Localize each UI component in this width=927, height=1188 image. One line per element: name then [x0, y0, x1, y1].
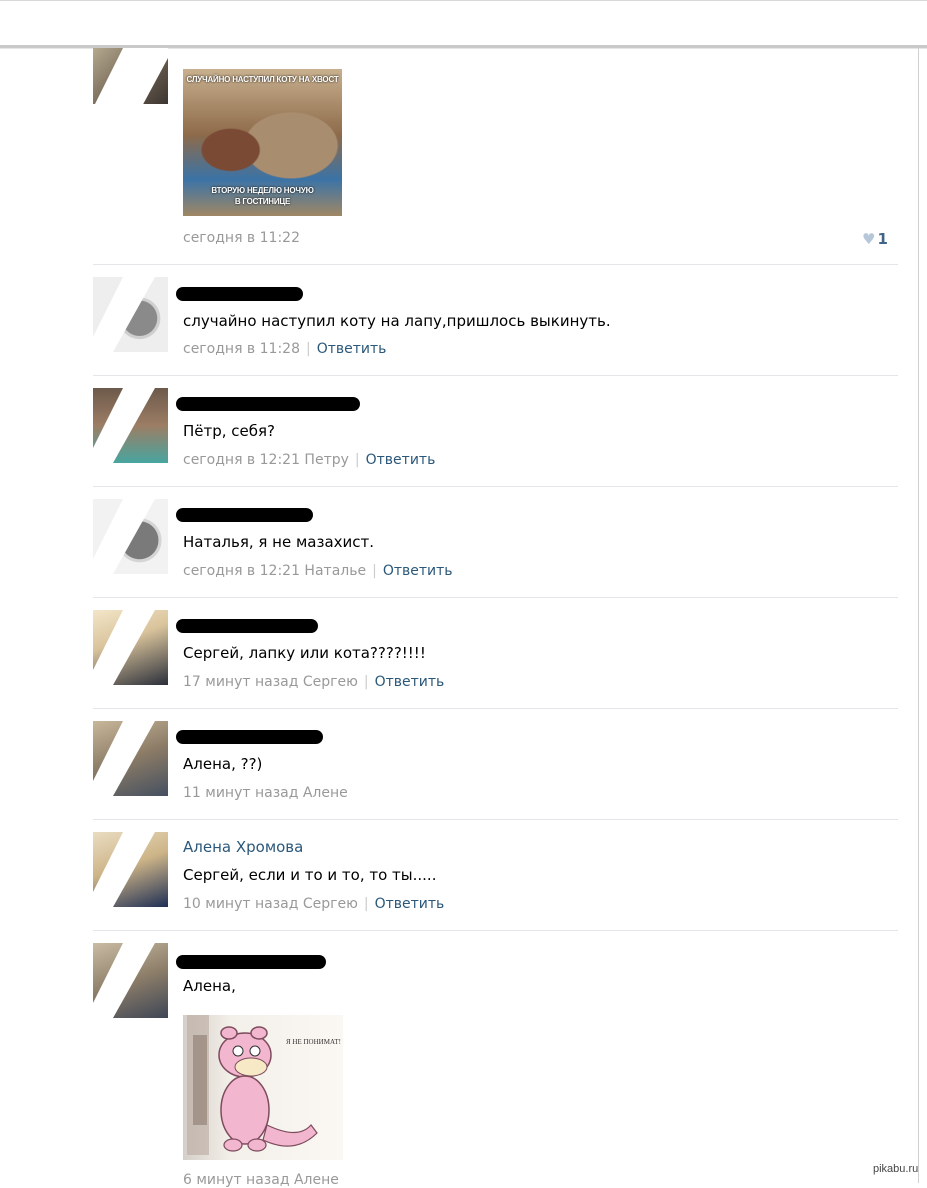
- comment-time[interactable]: сегодня в 12:21 Петру: [183, 452, 349, 468]
- comment-time[interactable]: сегодня в 11:28: [183, 341, 300, 357]
- meta-separator: |: [363, 896, 369, 912]
- comment-divider: [93, 819, 898, 820]
- reply-link[interactable]: Ответить: [375, 674, 445, 690]
- avatar[interactable]: [93, 388, 168, 463]
- author-redacted: [176, 619, 318, 633]
- comment-time[interactable]: 17 минут назад Сергею: [183, 674, 358, 690]
- comment-time[interactable]: сегодня в 12:21 Наталье: [183, 563, 366, 579]
- comment-text: Наталья, я не мазахист.: [183, 533, 375, 551]
- meta-separator: |: [354, 452, 360, 468]
- comment-time[interactable]: 11 минут назад Алене: [183, 785, 348, 801]
- reply-link[interactable]: Ответить: [383, 563, 453, 579]
- redaction-mask: [93, 499, 155, 574]
- comment-meta: 17 минут назад Сергею | Ответить: [183, 674, 444, 690]
- redaction-mask: [93, 388, 155, 463]
- meta-separator: |: [363, 674, 369, 690]
- redaction-mask: [95, 48, 168, 104]
- author-redacted: [176, 730, 323, 744]
- comment-divider: [93, 708, 898, 709]
- comment-divider: [93, 375, 898, 376]
- meta-separator: |: [305, 341, 311, 357]
- avatar[interactable]: [93, 832, 168, 907]
- redaction-mask: [93, 943, 155, 1018]
- comment-photo-slowpoke[interactable]: Я НЕ ПОНИМАТ!: [183, 1015, 343, 1160]
- photo-caption-bottom-2: В ГОСТИНИЦЕ: [234, 197, 291, 206]
- like-button[interactable]: ♥ 1: [862, 230, 888, 248]
- comment-text: Алена, ??): [183, 755, 263, 773]
- meta-separator: |: [372, 563, 377, 579]
- comment-text: Алена,: [183, 977, 236, 995]
- comment-author-link[interactable]: Алена Хромова: [183, 838, 303, 856]
- author-redacted: [176, 287, 303, 301]
- comment-meta: сегодня в 12:21 Наталье | Ответить: [183, 563, 453, 579]
- avatar[interactable]: [93, 48, 168, 104]
- comment-text: Сергей, лапку или кота????!!!!: [183, 644, 426, 662]
- author-redacted: [176, 508, 313, 522]
- heart-icon: ♥: [862, 230, 876, 248]
- avatar[interactable]: [93, 499, 168, 574]
- redaction-mask: [93, 610, 155, 685]
- avatar[interactable]: [93, 610, 168, 685]
- comment-meta: сегодня в 11:22: [183, 230, 300, 246]
- avatar[interactable]: [93, 277, 168, 352]
- reply-link[interactable]: Ответить: [317, 341, 387, 357]
- watermark: pikabu.ru: [873, 1163, 919, 1175]
- avatar[interactable]: [93, 721, 168, 796]
- comment-time[interactable]: 10 минут назад Сергею: [183, 896, 358, 912]
- comment-divider: [93, 486, 898, 487]
- comment-meta: 11 минут назад Алене: [183, 785, 348, 801]
- comment-text: случайно наступил коту на лапу,пришлось …: [183, 312, 611, 330]
- like-count: 1: [877, 230, 888, 248]
- avatar[interactable]: [93, 943, 168, 1018]
- author-redacted: [176, 955, 326, 969]
- reply-link[interactable]: Ответить: [366, 452, 436, 468]
- comment-time[interactable]: сегодня в 11:22: [183, 230, 300, 246]
- redaction-mask: [93, 277, 155, 352]
- comment-meta: сегодня в 12:21 Петру | Ответить: [183, 452, 435, 468]
- redaction-mask: [93, 832, 155, 907]
- reply-link[interactable]: Ответить: [375, 896, 445, 912]
- comment-text: Пётр, себя?: [183, 422, 276, 440]
- comment-divider: [93, 597, 898, 598]
- photo-caption: Я НЕ ПОНИМАТ!: [286, 1038, 341, 1046]
- comment-meta: сегодня в 11:28 | Ответить: [183, 341, 386, 357]
- author-redacted: [176, 397, 360, 411]
- slowpoke-illustration: [187, 1015, 318, 1155]
- photo-caption-bottom: ВТОРУЮ НЕДЕЛЮ НОЧУЮ: [211, 186, 314, 195]
- comment-meta: 10 минут назад Сергею | Ответить: [183, 896, 444, 912]
- comment-divider: [93, 264, 898, 265]
- comment-photo-cat[interactable]: СЛУЧАЙНО НАСТУПИЛ КОТУ НА ХВОСТ ВТОРУЮ Н…: [183, 69, 342, 216]
- redaction-mask: [93, 721, 155, 796]
- comment-divider: [93, 930, 898, 931]
- comment-feed: СЛУЧАЙНО НАСТУПИЛ КОТУ НА ХВОСТ ВТОРУЮ Н…: [0, 0, 927, 1188]
- comment-text: Сергей, если и то и то, то ты.....: [183, 866, 437, 884]
- comment-time[interactable]: 6 минут назад Алене: [183, 1172, 339, 1188]
- photo-caption-top: СЛУЧАЙНО НАСТУПИЛ КОТУ НА ХВОСТ: [186, 75, 339, 84]
